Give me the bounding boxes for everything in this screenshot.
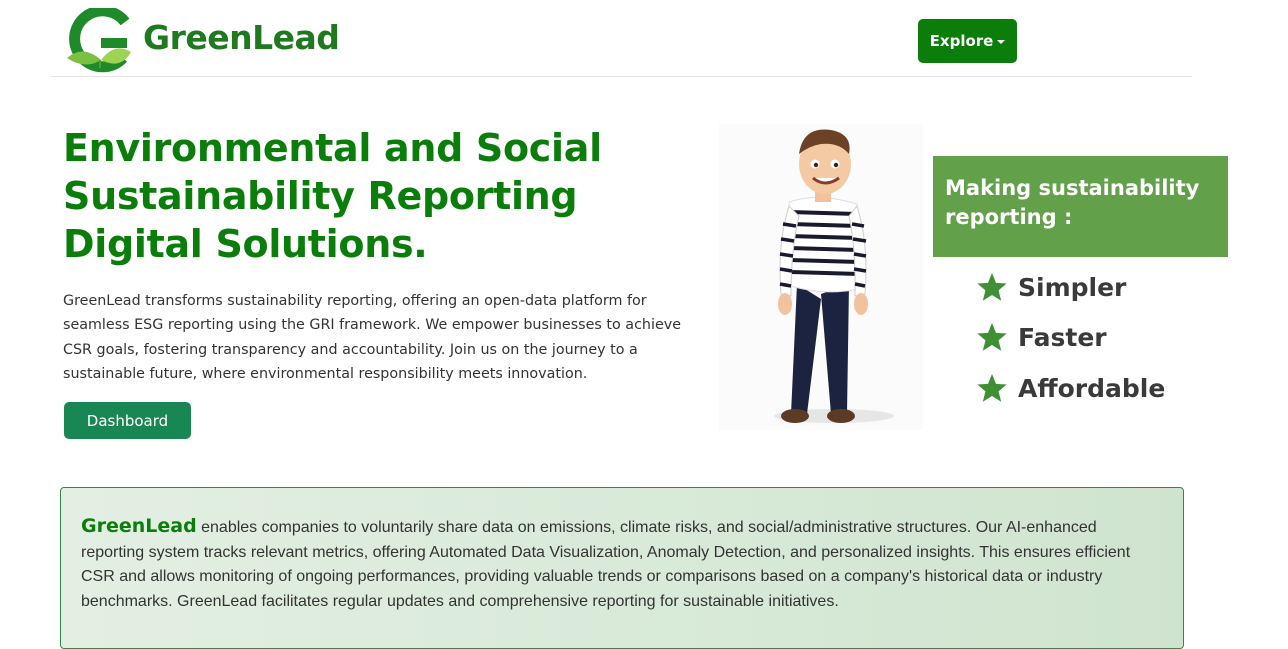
benefit-item-simpler: Simpler (976, 267, 1126, 307)
top-navbar: GreenLead Explore (0, 0, 1288, 77)
brand-name[interactable]: GreenLead (143, 18, 340, 57)
about-text: GreenLead enables companies to voluntari… (81, 514, 1151, 614)
hero-description: GreenLead transforms sustainability repo… (63, 293, 682, 382)
hero-title: Environmental and Social Sustainability … (63, 126, 602, 266)
star-icon (976, 271, 1008, 303)
benefit-item-affordable: Affordable (976, 368, 1165, 408)
benefit-label: Affordable (1018, 373, 1166, 403)
explore-label: Explore (929, 32, 994, 50)
about-body: enables companies to voluntarily share d… (81, 519, 1131, 610)
header-divider (51, 76, 1192, 77)
promo-heading: Making sustainability reporting : (945, 176, 1200, 229)
star-icon (976, 372, 1008, 404)
explore-dropdown-button[interactable]: Explore (918, 19, 1017, 63)
about-brand: GreenLead (81, 515, 197, 537)
cartoon-man-illustration (719, 124, 923, 430)
promo-banner: Making sustainability reporting : (933, 156, 1228, 257)
dashboard-button[interactable]: Dashboard (64, 402, 191, 439)
benefit-label: Simpler (1018, 272, 1127, 302)
benefit-item-faster: Faster (976, 317, 1107, 357)
benefit-label: Faster (1018, 322, 1107, 352)
caret-down-icon (997, 40, 1006, 44)
about-panel: GreenLead enables companies to voluntari… (60, 487, 1184, 649)
star-icon (976, 321, 1008, 353)
greenlead-logo-icon[interactable] (63, 5, 137, 74)
